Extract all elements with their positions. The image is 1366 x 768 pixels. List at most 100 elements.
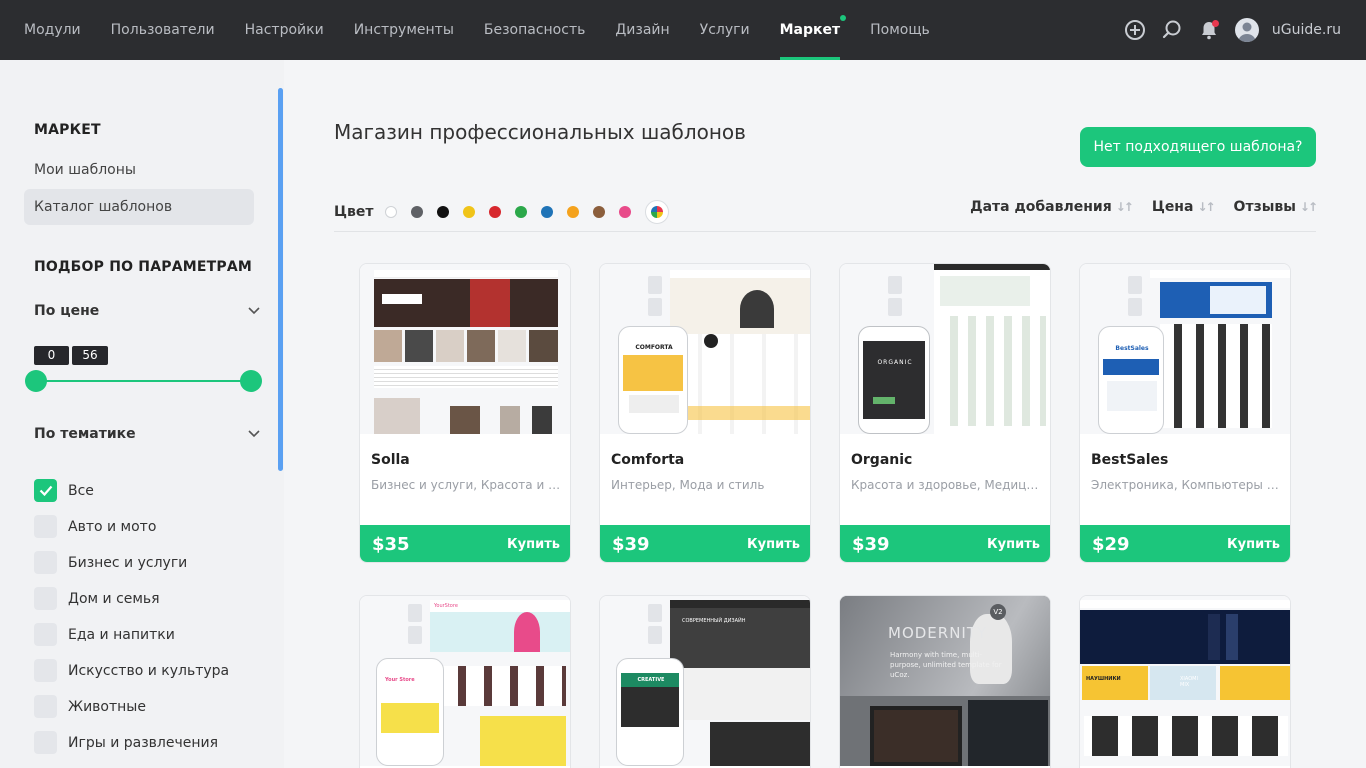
nav-item-modules[interactable]: Модули bbox=[24, 0, 81, 60]
sort-label: Дата добавления bbox=[970, 199, 1112, 215]
template-card-bestsales[interactable]: BestSales BestSales Электроника, Компьют… bbox=[1079, 263, 1291, 563]
topic-filter-header[interactable]: По тематике bbox=[34, 426, 260, 442]
sidebar-link-my-templates[interactable]: Мои шаблоны bbox=[34, 162, 136, 178]
template-card-yourstore[interactable]: YourStore Your Store bbox=[359, 595, 571, 768]
thumb-brand: MODERNITY bbox=[888, 624, 988, 642]
css3-badge bbox=[648, 626, 662, 644]
buy-button[interactable]: Купить bbox=[507, 537, 560, 552]
main-content: Магазин профессиональных шаблонов Нет по… bbox=[284, 60, 1366, 768]
topic-option-label: Игры и развлечения bbox=[68, 734, 219, 751]
price-max-value[interactable]: 56 bbox=[72, 346, 108, 365]
topic-option-business[interactable]: Бизнес и услуги bbox=[34, 551, 187, 574]
version-badge: V2 bbox=[990, 604, 1006, 620]
checkbox[interactable] bbox=[34, 515, 57, 538]
checkmark-icon bbox=[39, 485, 52, 496]
sort-by-date[interactable]: Дата добавления ↓↑ bbox=[970, 199, 1134, 215]
template-card-modernity[interactable]: V2 MODERNITY Harmony with time, multi-pu… bbox=[839, 595, 1051, 768]
template-card-electronics[interactable]: НАУШНИКИ XIAOMI MIX bbox=[1079, 595, 1291, 768]
template-tags: Бизнес и услуги, Красота и здоровье bbox=[371, 478, 561, 492]
color-swatch-white[interactable] bbox=[385, 206, 398, 218]
template-name: Solla bbox=[371, 452, 410, 468]
template-price: $35 bbox=[372, 534, 410, 555]
template-tags: Красота и здоровье, Медицина bbox=[851, 478, 1041, 492]
topic-option-all[interactable]: Все bbox=[34, 479, 94, 502]
html5-badge bbox=[1128, 276, 1142, 294]
checkbox[interactable] bbox=[34, 695, 57, 718]
template-thumbnail: YourStore Your Store bbox=[360, 596, 570, 766]
buy-button[interactable]: Купить bbox=[987, 537, 1040, 552]
checkbox[interactable] bbox=[34, 659, 57, 682]
price-slider-max-handle[interactable] bbox=[240, 370, 262, 392]
color-swatch-brown[interactable] bbox=[593, 206, 606, 218]
buy-button[interactable]: Купить bbox=[747, 537, 800, 552]
price-filter-label: По цене bbox=[34, 303, 100, 319]
avatar[interactable] bbox=[1234, 18, 1259, 42]
color-swatch-orange[interactable] bbox=[567, 206, 580, 218]
template-card-solla[interactable]: Solla Бизнес и услуги, Красота и здоровь… bbox=[359, 263, 571, 563]
no-suitable-template-button[interactable]: Нет подходящего шаблона? bbox=[1080, 127, 1316, 167]
sidebar: МАРКЕТ Мои шаблоны Каталог шаблонов ПОДБ… bbox=[0, 60, 284, 768]
sort-arrows-icon: ↓↑ bbox=[1299, 200, 1318, 214]
price-slider-min-handle[interactable] bbox=[25, 370, 47, 392]
chevron-down-icon bbox=[248, 307, 260, 315]
topic-option-food[interactable]: Еда и напитки bbox=[34, 623, 175, 646]
template-thumbnail: BestSales bbox=[1080, 264, 1290, 434]
topic-option-label: Авто и мото bbox=[68, 518, 157, 535]
phone-mockup: BestSales bbox=[1098, 326, 1164, 434]
sort-by-price[interactable]: Цена ↓↑ bbox=[1152, 199, 1216, 215]
topic-option-home[interactable]: Дом и семья bbox=[34, 587, 160, 610]
nav-item-help[interactable]: Помощь bbox=[870, 0, 930, 60]
phone-logo: COMFORTA bbox=[623, 341, 683, 355]
price-filter-header[interactable]: По цене bbox=[34, 303, 260, 319]
color-swatch-gray[interactable] bbox=[411, 206, 424, 218]
checkbox[interactable] bbox=[34, 587, 57, 610]
nav-item-market[interactable]: Маркет bbox=[779, 0, 847, 60]
nav-item-settings[interactable]: Настройки bbox=[245, 0, 324, 60]
template-card-creative[interactable]: СОВРЕМЕННЫЙ ДИЗАЙН CREATIVE bbox=[599, 595, 811, 768]
checkbox[interactable] bbox=[34, 731, 57, 754]
sidebar-scrollbar[interactable] bbox=[278, 88, 283, 471]
sidebar-link-template-catalog[interactable]: Каталог шаблонов bbox=[24, 189, 254, 225]
nav-item-services[interactable]: Услуги bbox=[700, 0, 750, 60]
checkbox[interactable] bbox=[34, 623, 57, 646]
template-card-organic[interactable]: ORGANIC Organic Красота и здоровье, Меди… bbox=[839, 263, 1051, 563]
template-name: Organic bbox=[851, 452, 913, 468]
template-card-comforta[interactable]: COMFORTA Comforta Интерьер, Мода и стиль… bbox=[599, 263, 811, 563]
add-icon[interactable] bbox=[1124, 19, 1146, 41]
price-min-value[interactable]: 0 bbox=[34, 346, 69, 365]
thumb-headline: СОВРЕМЕННЫЙ ДИЗАЙН bbox=[682, 618, 746, 624]
search-icon[interactable] bbox=[1161, 19, 1183, 41]
nav-item-security[interactable]: Безопасность bbox=[484, 0, 585, 60]
username[interactable]: uGuide.ru bbox=[1272, 22, 1341, 38]
filters-title: ПОДБОР ПО ПАРАМЕТРАМ bbox=[34, 259, 253, 275]
nav-item-design[interactable]: Дизайн bbox=[615, 0, 669, 60]
buy-button[interactable]: Купить bbox=[1227, 537, 1280, 552]
notifications-bell-icon[interactable] bbox=[1198, 19, 1220, 41]
color-swatch-green[interactable] bbox=[515, 206, 528, 218]
color-swatch-blue[interactable] bbox=[541, 206, 554, 218]
template-tags: Интерьер, Мода и стиль bbox=[611, 478, 765, 492]
color-swatch-yellow[interactable] bbox=[463, 206, 476, 218]
topic-option-animals[interactable]: Животные bbox=[34, 695, 146, 718]
template-tags: Электроника, Компьютеры и техника bbox=[1091, 478, 1281, 492]
topic-option-art[interactable]: Искусство и культура bbox=[34, 659, 229, 682]
checkbox-checked[interactable] bbox=[34, 479, 57, 502]
template-thumbnail: ORGANIC bbox=[840, 264, 1050, 434]
top-navigation-bar: Модули Пользователи Настройки Инструмент… bbox=[0, 0, 1366, 60]
nav-item-tools[interactable]: Инструменты bbox=[354, 0, 454, 60]
new-indicator-dot bbox=[840, 15, 847, 21]
topic-option-label: Еда и напитки bbox=[68, 626, 175, 643]
html5-badge bbox=[888, 276, 902, 294]
price-slider-track[interactable] bbox=[36, 380, 250, 382]
topic-option-label: Искусство и культура bbox=[68, 662, 230, 679]
color-swatch-red[interactable] bbox=[489, 206, 502, 218]
color-swatch-all-colors-icon[interactable] bbox=[645, 200, 670, 224]
checkbox[interactable] bbox=[34, 551, 57, 574]
sort-by-reviews[interactable]: Отзывы ↓↑ bbox=[1234, 199, 1318, 215]
color-swatch-pink[interactable] bbox=[619, 206, 632, 218]
sort-arrows-icon: ↓↑ bbox=[1115, 200, 1134, 214]
color-swatch-black[interactable] bbox=[437, 206, 450, 218]
topic-option-auto[interactable]: Авто и мото bbox=[34, 515, 156, 538]
topic-option-games[interactable]: Игры и развлечения bbox=[34, 731, 218, 754]
nav-item-users[interactable]: Пользователи bbox=[111, 0, 215, 60]
